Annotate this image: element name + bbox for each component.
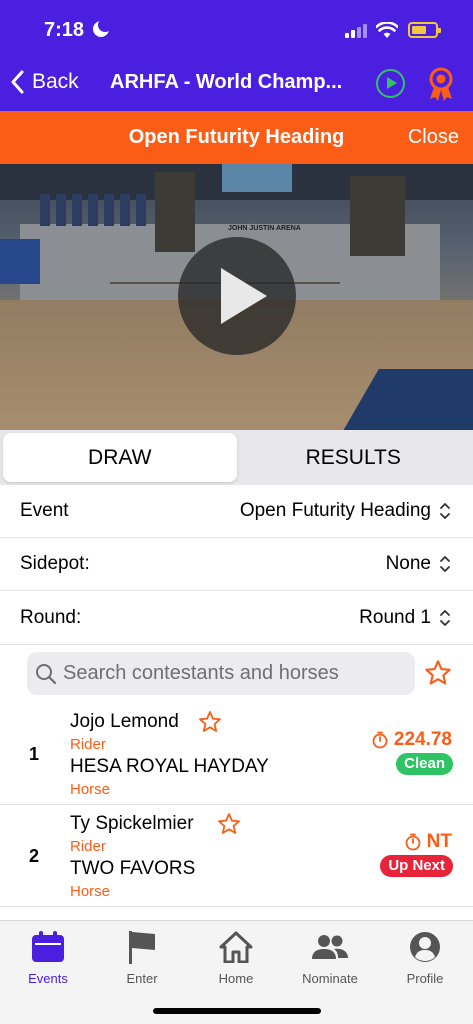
back-button[interactable]: Back bbox=[10, 70, 79, 94]
status-time: 7:18 bbox=[44, 19, 85, 41]
battery-icon bbox=[408, 22, 441, 38]
profile-icon bbox=[410, 932, 440, 962]
video-arena-text: JOHN JUSTIN ARENA bbox=[228, 225, 301, 232]
close-button[interactable]: Close bbox=[408, 126, 459, 149]
banner-title: Open Futurity Heading bbox=[128, 126, 345, 148]
round-value: Round 1 bbox=[359, 606, 431, 628]
status-badge: Up Next bbox=[380, 855, 453, 877]
chevron-updown-icon bbox=[440, 556, 450, 572]
contestant-row[interactable]: 1 Jojo Lemond Rider HESA ROYAL HAYDAY Ho… bbox=[0, 703, 473, 805]
video-flag bbox=[40, 194, 50, 226]
star-icon[interactable] bbox=[217, 812, 241, 836]
tab-enter[interactable]: Enter bbox=[102, 929, 182, 986]
sidepot-select[interactable]: Sidepot: None bbox=[0, 537, 473, 591]
horse-label: Horse bbox=[70, 781, 111, 798]
stopwatch-icon bbox=[372, 731, 388, 749]
run-time-value: NT bbox=[426, 831, 452, 852]
tab-label: Nominate bbox=[302, 971, 358, 986]
chevron-updown-icon bbox=[440, 503, 450, 519]
search-icon bbox=[36, 664, 57, 685]
back-label: Back bbox=[32, 70, 79, 93]
status-badge: Clean bbox=[396, 753, 453, 775]
tab-label: Enter bbox=[126, 971, 158, 986]
round-label: Round: bbox=[20, 606, 82, 628]
tab-home[interactable]: Home bbox=[196, 929, 276, 986]
rider-label: Rider bbox=[70, 838, 106, 855]
wifi-icon bbox=[376, 22, 398, 38]
star-icon[interactable] bbox=[198, 710, 222, 734]
video-play-button[interactable] bbox=[178, 237, 296, 355]
signal-icon bbox=[345, 24, 367, 38]
horse-name: TWO FAVORS bbox=[70, 858, 196, 879]
play-circle-icon[interactable] bbox=[376, 69, 405, 98]
tab-label: Profile bbox=[406, 971, 444, 986]
search-bar bbox=[27, 652, 415, 695]
event-value: Open Futurity Heading bbox=[239, 499, 431, 521]
rider-name: Jojo Lemond bbox=[70, 711, 179, 732]
award-icon[interactable] bbox=[425, 66, 457, 102]
chevron-left-icon bbox=[11, 70, 24, 94]
people-icon bbox=[312, 935, 348, 959]
rider-label: Rider bbox=[70, 736, 106, 753]
tab-label: Home bbox=[218, 971, 254, 986]
home-icon bbox=[219, 931, 253, 963]
video-poster bbox=[350, 176, 405, 256]
sidepot-value: None bbox=[385, 552, 431, 574]
horse-name: HESA ROYAL HAYDAY bbox=[70, 756, 269, 777]
video-stands-left bbox=[0, 239, 40, 284]
round-select[interactable]: Round: Round 1 bbox=[0, 591, 473, 645]
run-time: NT bbox=[405, 831, 452, 853]
event-select[interactable]: Event Open Futurity Heading bbox=[0, 484, 473, 538]
tab-draw[interactable]: DRAW bbox=[3, 433, 237, 482]
search-input[interactable] bbox=[63, 652, 403, 695]
tab-results[interactable]: RESULTS bbox=[237, 433, 471, 482]
video-flag bbox=[104, 194, 114, 226]
home-indicator bbox=[153, 1008, 321, 1014]
video-flag bbox=[136, 194, 146, 226]
run-time: 224.78 bbox=[372, 729, 452, 751]
draw-number: 2 bbox=[29, 846, 40, 866]
stopwatch-icon bbox=[405, 833, 421, 851]
chevron-updown-icon bbox=[440, 610, 450, 626]
event-banner: Open Futurity Heading Close bbox=[0, 111, 473, 164]
video-flag bbox=[88, 194, 98, 226]
run-time-value: 224.78 bbox=[393, 729, 452, 750]
rider-name: Ty Spickelmier bbox=[70, 813, 194, 834]
moon-icon bbox=[93, 18, 112, 37]
horse-label: Horse bbox=[70, 883, 111, 900]
event-label: Event bbox=[20, 499, 69, 521]
video-player[interactable]: JOHN JUSTIN ARENA bbox=[0, 164, 473, 430]
calendar-icon bbox=[32, 931, 64, 962]
tab-profile[interactable]: Profile bbox=[385, 929, 465, 986]
video-flag bbox=[120, 194, 130, 226]
tab-label: Events bbox=[28, 971, 68, 986]
draw-results-segmented: DRAW RESULTS bbox=[0, 430, 473, 485]
video-flag bbox=[72, 194, 82, 226]
video-poster bbox=[155, 172, 195, 252]
favorites-star-icon[interactable] bbox=[424, 659, 452, 687]
top-header: 7:18 Back ARHFA - World Champ... bbox=[0, 0, 473, 111]
contestant-row[interactable]: 2 Ty Spickelmier Rider TWO FAVORS Horse … bbox=[0, 805, 473, 907]
tab-events[interactable]: Events bbox=[8, 929, 88, 986]
draw-number: 1 bbox=[29, 744, 40, 764]
tab-nominate[interactable]: Nominate bbox=[290, 929, 370, 986]
video-flag bbox=[56, 194, 66, 226]
sidepot-label: Sidepot: bbox=[20, 552, 90, 574]
video-scoreboard bbox=[222, 164, 292, 192]
nav-title: ARHFA - World Champ... bbox=[110, 71, 343, 93]
flag-icon bbox=[129, 931, 155, 964]
